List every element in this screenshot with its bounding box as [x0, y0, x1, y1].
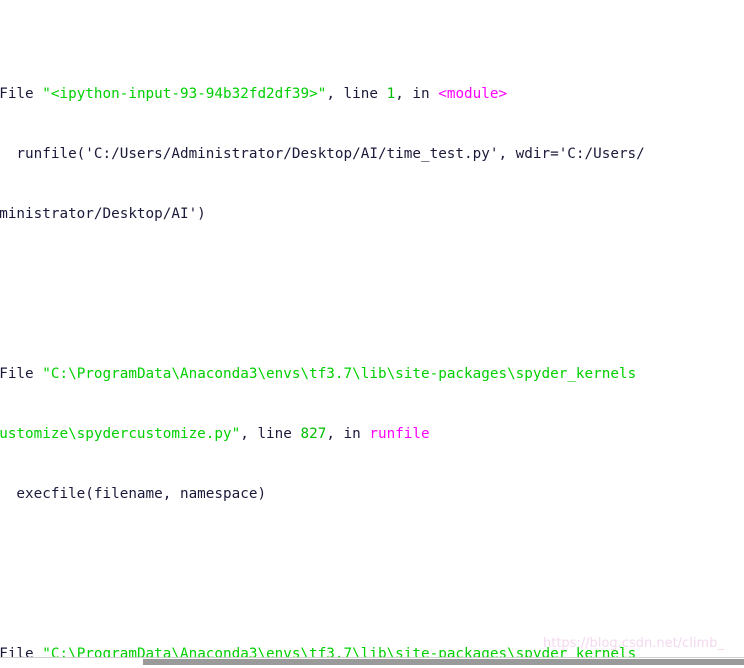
traceback-frame-header-continued: \customize\spydercustomize.py", line 827… [0, 424, 744, 444]
traceback-code-line: runfile('C:/Users/Administrator/Desktop/… [0, 146, 645, 162]
traceback-code-line: execfile(filename, namespace) [0, 486, 267, 502]
traceback-code-line-continued: Administrator/Desktop/AI') [0, 206, 206, 222]
in-keyword: , in [395, 86, 439, 102]
file-path-continued: \customize\spydercustomize.py" [0, 426, 241, 442]
function-name: runfile [369, 426, 430, 442]
file-keyword: File [0, 366, 34, 382]
traceback-console[interactable]: File "<ipython-input-93-94b32fd2df39>", … [0, 0, 744, 668]
line-keyword: , line [240, 426, 301, 442]
line-number: 1 [386, 86, 396, 102]
line-number: 827 [300, 426, 327, 442]
file-path: "<ipython-input-93-94b32fd2df39>" [42, 86, 327, 102]
in-keyword: , in [326, 426, 370, 442]
traceback-frame-header: File "C:\ProgramData\Anaconda3\envs\tf3.… [0, 364, 744, 384]
horizontal-scrollbar-thumb[interactable] [143, 659, 744, 665]
function-name: <module> [438, 86, 508, 102]
traceback-text-block[interactable]: File "<ipython-input-93-94b32fd2df39>", … [0, 4, 744, 668]
line-keyword: , line [326, 86, 387, 102]
file-path: "C:\ProgramData\Anaconda3\envs\tf3.7\lib… [42, 366, 637, 382]
horizontal-scrollbar[interactable] [0, 657, 744, 668]
file-keyword: File [0, 86, 34, 102]
traceback-frame-header: File "<ipython-input-93-94b32fd2df39>", … [0, 84, 744, 104]
